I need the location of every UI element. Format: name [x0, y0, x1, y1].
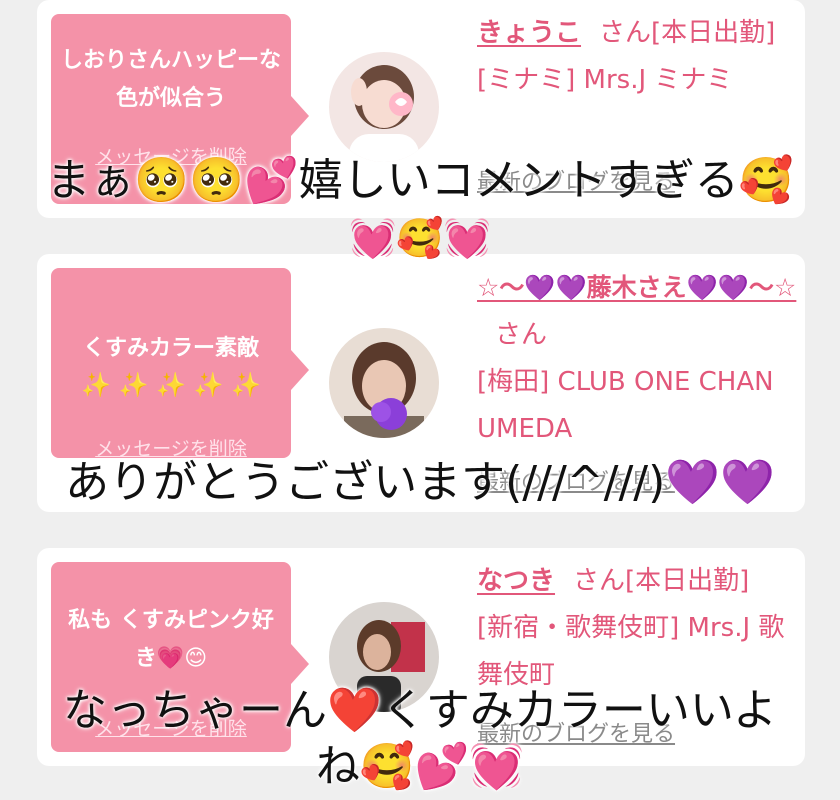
avatar[interactable]: [329, 328, 439, 438]
cast-name-link[interactable]: なつき: [477, 566, 555, 596]
shop-label: [新宿・歌舞伎町] Mrs.J 歌舞伎町: [477, 613, 785, 690]
overlay-caption-3: なっちゃーん❤️くすみカラーいいよ: [63, 685, 777, 736]
san-label: さん: [573, 566, 626, 596]
sparkles-icon: ✨ ✨ ✨ ✨ ✨: [81, 371, 261, 399]
status-label: [本日出勤]: [625, 566, 750, 596]
overlay-emoji-1: 💓🥰💓: [349, 216, 491, 260]
shop-label: [梅田] CLUB ONE CHAN UMEDA: [477, 367, 774, 444]
san-label: さん: [495, 320, 548, 350]
shop-label: [ミナミ] Mrs.J ミナミ: [477, 65, 733, 95]
overlay-caption-1: まぁ🥺🥺💕嬉しいコメントすぎる🥰: [46, 155, 794, 206]
overlay-caption-2: ありがとうございます(///^///)💜💜: [65, 457, 775, 508]
avatar[interactable]: [329, 52, 439, 162]
san-label: さん: [599, 18, 652, 48]
comment-text: しおりさんハッピーな色が似合う: [61, 48, 282, 111]
comment-text: くすみカラー素敵: [82, 336, 259, 361]
cast-info: なつき さん[本日出勤] [新宿・歌舞伎町] Mrs.J 歌舞伎町: [477, 558, 797, 699]
comment-bubble: くすみカラー素敵 ✨ ✨ ✨ ✨ ✨ メッセージを削除: [51, 268, 309, 460]
comment-text: 私も くすみピンク好き💗😊: [68, 608, 274, 671]
cast-info: きょうこ さん[本日出勤] [ミナミ] Mrs.J ミナミ: [477, 10, 797, 104]
status-label: [本日出勤]: [651, 18, 776, 48]
cast-name-link[interactable]: ☆〜💜💜藤木さえ💜💜〜☆: [477, 273, 796, 302]
cast-info: ☆〜💜💜藤木さえ💜💜〜☆ さん [梅田] CLUB ONE CHAN UMEDA: [477, 264, 797, 453]
overlay-caption-3b: ね🥰💕💓: [315, 741, 525, 792]
cast-name-link[interactable]: きょうこ: [477, 18, 581, 48]
